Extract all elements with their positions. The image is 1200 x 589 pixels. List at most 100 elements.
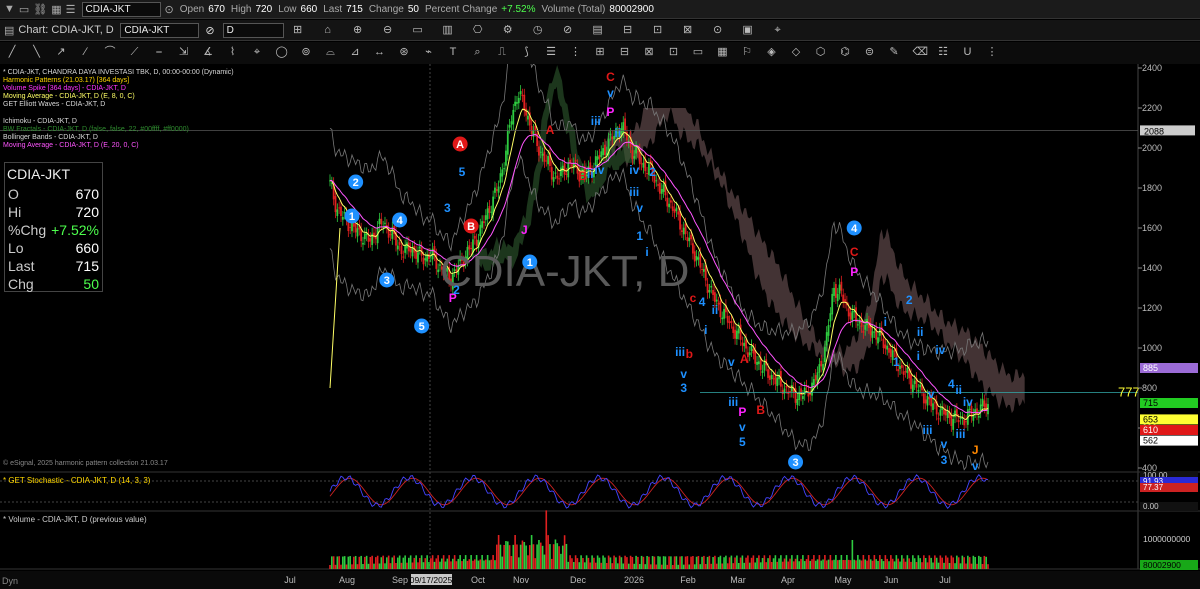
fibonacci-icon[interactable]: ⊛ (398, 46, 410, 58)
volume-bar (681, 556, 683, 569)
hexagon-icon[interactable]: ⬡ (815, 46, 827, 58)
frame-box-icon[interactable]: ⊡ (668, 46, 680, 58)
layers-icon[interactable]: ☷ (937, 46, 949, 58)
cross-box-icon[interactable]: ⊠ (682, 24, 694, 36)
ray-tool-icon[interactable]: ╲ (31, 46, 43, 58)
ellipse-tool-icon[interactable]: ⊚ (300, 46, 312, 58)
grid-icon[interactable]: ▦ (51, 3, 61, 16)
link-icon[interactable]: ⛓ (33, 3, 47, 16)
volume-bar (340, 564, 342, 569)
volume-bar (912, 555, 914, 569)
symbol-input[interactable]: CDIA-JKT (81, 1, 161, 17)
magnifier-icon[interactable]: ⌕ (472, 46, 484, 58)
crosshair-tool-icon[interactable]: ⌖ (251, 46, 263, 58)
wave-label: A (740, 352, 749, 366)
volume-bar (719, 555, 722, 569)
angle-icon[interactable]: ∡ (202, 46, 214, 58)
window-icon[interactable]: ▭ (412, 24, 424, 36)
line-tool-icon[interactable]: ╱ (6, 46, 18, 58)
volume-bar (893, 561, 896, 569)
vertical-line-icon[interactable]: ⌇ (227, 46, 239, 58)
volume-bar (411, 562, 414, 569)
pattern-icon[interactable]: ▦ (717, 46, 729, 58)
y-tick-label: 2200 (1142, 103, 1162, 113)
volume-bar (899, 561, 901, 569)
volume-bar (375, 557, 377, 569)
volume-bar (627, 563, 630, 569)
pencil-icon[interactable]: ✎ (888, 46, 900, 58)
target-icon[interactable]: ⊙ (712, 24, 724, 36)
diamond-icon[interactable]: ◈ (766, 46, 778, 58)
panel-icon[interactable]: ▤ (592, 24, 604, 36)
crosshair-icon[interactable]: ⌖ (772, 24, 784, 36)
volume-bar (869, 559, 872, 569)
rhombus-icon[interactable]: ◇ (790, 46, 802, 58)
volume-bar (677, 564, 680, 569)
candle-body (483, 221, 485, 224)
grid-icon[interactable]: ⊞ (292, 24, 304, 36)
candle-body (659, 182, 661, 194)
circle-tool-icon[interactable]: ◯ (276, 46, 288, 58)
chart-symbol-input[interactable]: CDIA-JKT (120, 22, 200, 38)
search-icon[interactable]: ⊙ (165, 3, 174, 16)
quote-value: 80002900 (609, 3, 654, 15)
measure-icon[interactable]: ↔ (374, 46, 386, 58)
volume-bar (424, 558, 427, 569)
clock-icon[interactable]: ◷ (532, 24, 544, 36)
legend-entry: Ichimoku - CDIA-JKT, D (3, 118, 77, 125)
gear-icon[interactable]: ⚙ (502, 24, 514, 36)
legend-entry: Moving Average - CDIA-JKT, D (E, 8, 0, C… (3, 93, 135, 100)
more-icon[interactable]: ⋮ (570, 46, 582, 58)
home-icon[interactable]: ⌂ (322, 24, 334, 36)
semicircle-icon[interactable]: ⌓ (325, 46, 337, 58)
triangle-tool-icon[interactable]: ⊿ (349, 46, 361, 58)
horizontal-line-icon[interactable]: ⎯ (153, 46, 165, 58)
magnet-icon[interactable]: U (962, 46, 974, 58)
data-box-label: Hi (8, 204, 22, 220)
pitchfork-icon[interactable]: ⟆ (521, 46, 533, 58)
chart-canvas[interactable]: 2088777CDIA-JKT, D12345143ABCvPP235ABJii… (0, 64, 1200, 589)
arrow-tool-icon[interactable]: ↗ (55, 46, 67, 58)
wave-icon[interactable]: ⌁ (423, 46, 435, 58)
bars-icon[interactable]: ▥ (442, 24, 454, 36)
frame-icon[interactable]: ⊡ (652, 24, 664, 36)
block-icon[interactable]: ⊘ (562, 24, 574, 36)
volume-bar (446, 558, 449, 569)
overflow-icon[interactable]: ⋮ (986, 46, 998, 58)
zoom-out-icon[interactable]: ⊖ (382, 24, 394, 36)
shape-icon[interactable]: ⌬ (839, 46, 851, 58)
volume-bar (972, 555, 975, 569)
grid-tool-icon[interactable]: ⊞ (594, 46, 606, 58)
footer-tag: Dyn (2, 576, 18, 586)
hex-icon[interactable]: ⎔ (472, 24, 484, 36)
text-tool-icon[interactable]: T (447, 46, 459, 58)
cycle-icon[interactable]: ⊜ (864, 46, 876, 58)
candle-body (668, 203, 670, 208)
channel-icon[interactable]: ⟋ (129, 46, 141, 58)
interval-select[interactable]: D (222, 22, 284, 38)
box-icon[interactable]: ▣ (742, 24, 754, 36)
volume-bar (703, 555, 705, 569)
flag-icon[interactable]: ⚐ (741, 46, 753, 58)
candle-body (957, 420, 960, 423)
zoom-in-icon[interactable]: ⊕ (352, 24, 364, 36)
menu-icon[interactable]: ☰ (545, 46, 557, 58)
dropdown-arrow-icon[interactable]: ▼ (4, 3, 15, 15)
link-chain-icon[interactable]: ⊘ (205, 24, 214, 37)
trendline-icon[interactable]: ∕ (80, 46, 92, 58)
candle-body (600, 151, 603, 158)
window-icon[interactable]: ▭ (19, 3, 29, 16)
cross-box-icon[interactable]: ⊠ (643, 46, 655, 58)
arc-tool-icon[interactable]: ⌒ (104, 46, 116, 58)
eraser-icon[interactable]: ⌫ (913, 46, 929, 58)
minus-box-icon[interactable]: ⊟ (619, 46, 631, 58)
volume-bar (516, 544, 518, 569)
volume-bar (890, 555, 892, 569)
minus-icon[interactable]: ⊟ (622, 24, 634, 36)
extend-icon[interactable]: ⇲ (178, 46, 190, 58)
volume-bar (439, 561, 441, 569)
rectangle-tool-icon[interactable]: ⎍ (496, 46, 508, 58)
list-icon[interactable]: ☰ (66, 3, 76, 16)
window-tool-icon[interactable]: ▭ (692, 46, 704, 58)
candle-body (418, 246, 421, 249)
